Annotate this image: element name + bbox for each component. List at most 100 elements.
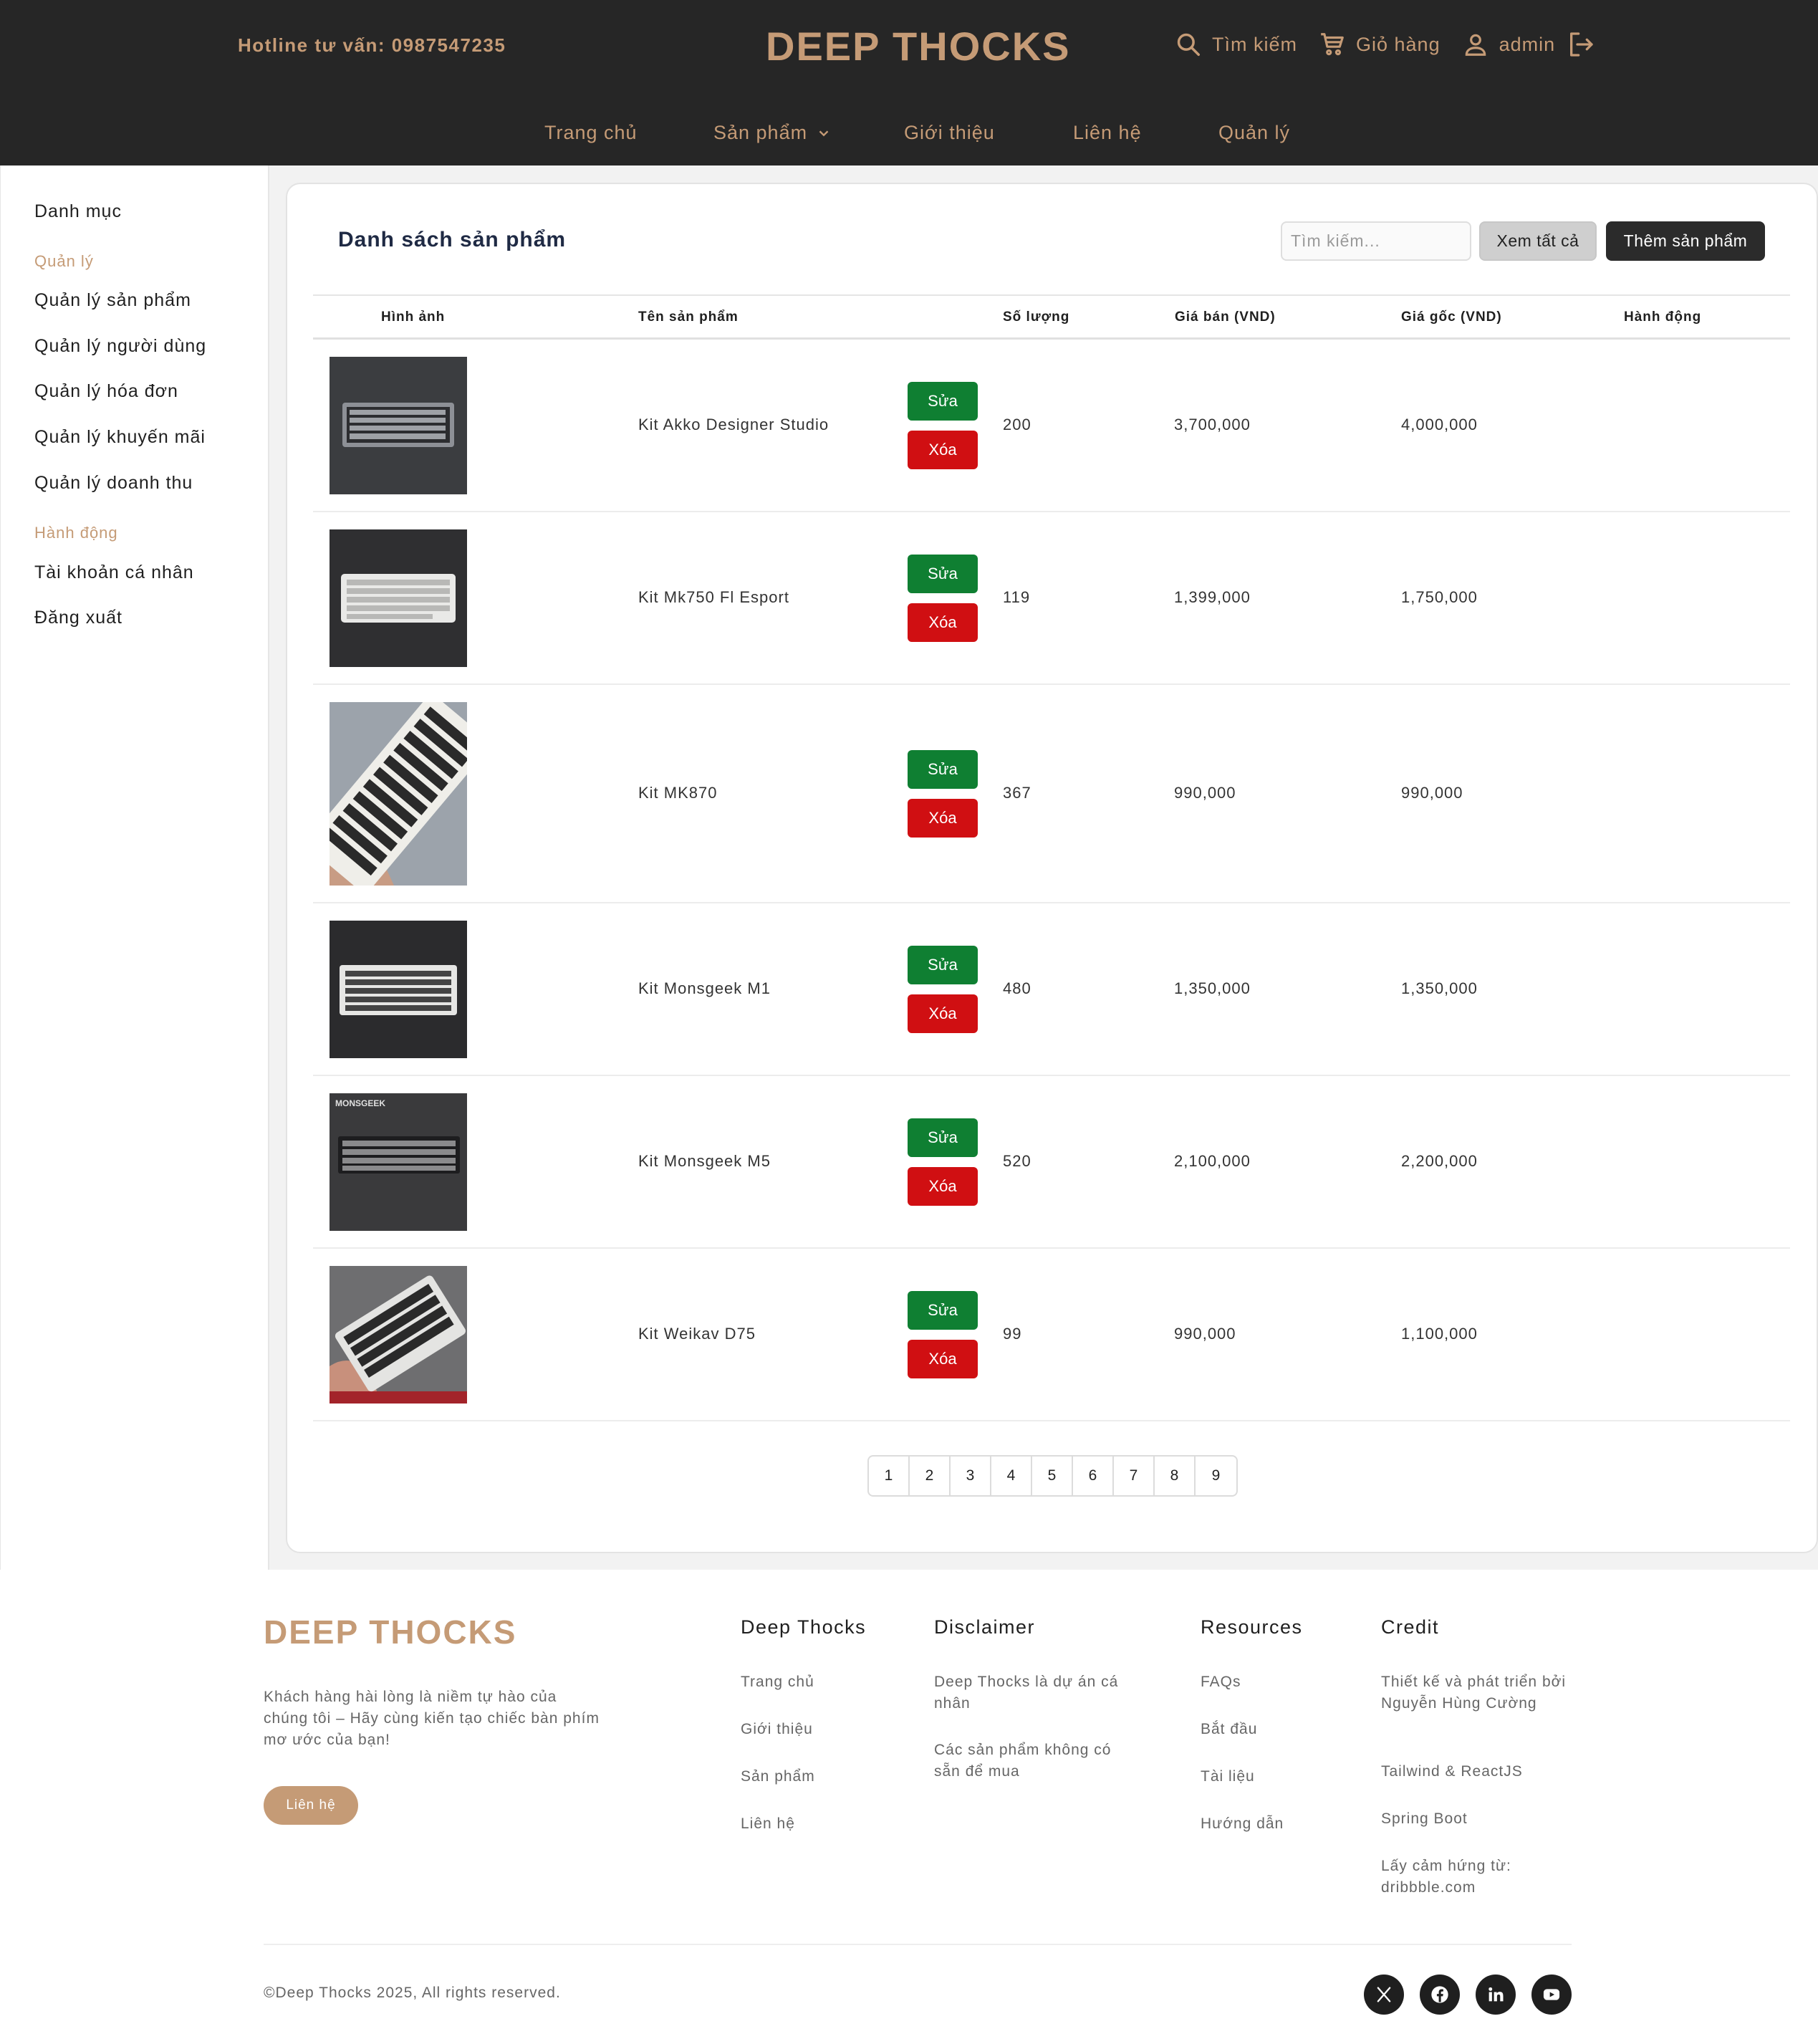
add-product-button[interactable]: Thêm sản phẩm	[1606, 221, 1765, 261]
footer-credit-inspiration[interactable]: Lấy cảm hứng từ: dribbble.com	[1381, 1856, 1553, 1899]
x-icon[interactable]	[1364, 1975, 1404, 2015]
product-qty: 119	[1003, 588, 1031, 606]
user-name: admin	[1499, 33, 1556, 55]
product-price: 1,350,000	[1174, 979, 1251, 997]
footer-credit-author: Thiết kế và phát triển bởi Nguyễn Hùng C…	[1381, 1674, 1567, 1712]
pagination: 1 2 3 4 5 6 7 8 9	[867, 1455, 1238, 1497]
nav-products[interactable]: Sản phẩm	[713, 122, 832, 144]
table-row: Kit Akko Designer Studio 200 3,700,000 4…	[313, 340, 1790, 512]
footer-heading-credit: Credit	[1381, 1616, 1440, 1638]
search-link-label: Tìm kiếm	[1212, 33, 1297, 55]
header-actions: Tìm kiếm Giỏ hàng admin	[1175, 30, 1595, 59]
footer-link-guide[interactable]: Hướng dẫn	[1201, 1813, 1284, 1835]
product-original-price: 1,100,000	[1401, 1325, 1478, 1343]
delete-button[interactable]: Xóa	[908, 1340, 978, 1378]
delete-button[interactable]: Xóa	[908, 1167, 978, 1206]
product-name: Kit Akko Designer Studio	[638, 416, 829, 433]
delete-button[interactable]: Xóa	[908, 431, 978, 469]
edit-button[interactable]: Sửa	[908, 1291, 978, 1330]
column-header-price: Giá bán (VND)	[1175, 310, 1276, 325]
sidebar-item-revenue[interactable]: Quản lý doanh thu	[34, 473, 193, 494]
product-qty: 200	[1003, 416, 1031, 433]
page-button-2[interactable]: 2	[910, 1457, 951, 1495]
table-row: MONSGEEK Kit Monsgeek M5 520 2,100,000 2…	[313, 1076, 1790, 1249]
page-button-1[interactable]: 1	[869, 1457, 910, 1495]
edit-button[interactable]: Sửa	[908, 946, 978, 984]
product-image	[330, 529, 467, 667]
page-button-3[interactable]: 3	[951, 1457, 991, 1495]
footer-link-home[interactable]: Trang chủ	[741, 1671, 814, 1693]
product-search-input[interactable]	[1281, 221, 1471, 261]
nav-about[interactable]: Giới thiệu	[904, 122, 995, 144]
footer-credit-backend: Spring Boot	[1381, 1810, 1468, 1827]
product-original-price: 990,000	[1401, 784, 1463, 802]
product-price: 2,100,000	[1174, 1152, 1251, 1170]
cart-link[interactable]: Giỏ hàng	[1319, 31, 1441, 58]
sidebar-title: Danh mục	[34, 201, 122, 221]
column-header-original: Giá gốc (VND)	[1401, 310, 1502, 325]
footer-link-faqs[interactable]: FAQs	[1201, 1671, 1241, 1693]
footer-disclaimer-2: Các sản phẩm không có sẵn để mua	[934, 1742, 1112, 1780]
page-button-8[interactable]: 8	[1155, 1457, 1196, 1495]
footer-brand[interactable]: DEEP THOCKS	[264, 1613, 516, 1651]
search-icon	[1177, 33, 1200, 56]
product-name: Kit Mk750 Fl Esport	[638, 588, 789, 606]
product-price: 1,399,000	[1174, 588, 1251, 606]
page-button-9[interactable]: 9	[1196, 1457, 1236, 1495]
sidebar-item-promotions[interactable]: Quản lý khuyến mãi	[34, 427, 206, 448]
brand-logo[interactable]: DEEP THOCKS	[766, 23, 1070, 69]
product-image	[330, 921, 467, 1058]
product-qty: 367	[1003, 784, 1031, 802]
page-button-6[interactable]: 6	[1073, 1457, 1114, 1495]
delete-button[interactable]: Xóa	[908, 603, 978, 642]
footer-heading-deepthocks: Deep Thocks	[741, 1616, 867, 1638]
footer-contact-button[interactable]: Liên hệ	[264, 1786, 358, 1825]
user-link[interactable]: admin	[1462, 31, 1556, 58]
product-price: 3,700,000	[1174, 416, 1251, 433]
footer-link-docs[interactable]: Tài liệu	[1201, 1766, 1255, 1788]
footer-link-contact[interactable]: Liên hệ	[741, 1813, 795, 1835]
nav-contact[interactable]: Liên hệ	[1073, 122, 1142, 144]
nav-manage[interactable]: Quản lý	[1218, 122, 1290, 144]
page-button-7[interactable]: 7	[1114, 1457, 1155, 1495]
sidebar-item-logout[interactable]: Đăng xuất	[34, 608, 122, 628]
delete-button[interactable]: Xóa	[908, 994, 978, 1033]
footer-divider	[264, 1944, 1572, 1945]
edit-button[interactable]: Sửa	[908, 750, 978, 789]
youtube-icon[interactable]	[1531, 1975, 1572, 2015]
nav-manage-label: Quản lý	[1218, 122, 1291, 143]
footer-disclaimer-1: Deep Thocks là dự án cá nhân	[934, 1674, 1119, 1712]
edit-button[interactable]: Sửa	[908, 1118, 978, 1157]
product-name: Kit Monsgeek M5	[638, 1152, 771, 1170]
page-button-4[interactable]: 4	[991, 1457, 1032, 1495]
sidebar-item-users[interactable]: Quản lý người dùng	[34, 336, 206, 357]
delete-button[interactable]: Xóa	[908, 799, 978, 838]
logout-icon[interactable]	[1567, 30, 1595, 59]
hotline-text: Hotline tư vấn: 0987547235	[238, 34, 506, 56]
linkedin-icon[interactable]	[1476, 1975, 1516, 2015]
footer-link-start[interactable]: Bắt đầu	[1201, 1719, 1257, 1740]
admin-sidebar	[0, 165, 269, 1570]
nav-products-label: Sản phẩm	[713, 122, 808, 143]
page-button-5[interactable]: 5	[1032, 1457, 1073, 1495]
user-icon	[1465, 34, 1486, 56]
cart-icon	[1321, 33, 1344, 56]
search-link[interactable]: Tìm kiếm	[1175, 31, 1297, 58]
product-original-price: 1,750,000	[1401, 588, 1478, 606]
edit-button[interactable]: Sửa	[908, 382, 978, 421]
column-header-image: Hình ảnh	[381, 310, 446, 325]
product-image	[330, 702, 467, 886]
sidebar-item-invoices[interactable]: Quản lý hóa đơn	[34, 381, 178, 402]
sidebar-item-account[interactable]: Tài khoản cá nhân	[34, 562, 194, 583]
facebook-icon[interactable]	[1420, 1975, 1460, 2015]
product-qty: 99	[1003, 1325, 1022, 1343]
column-header-name: Tên sản phẩm	[638, 310, 739, 325]
footer-link-about[interactable]: Giới thiệu	[741, 1719, 813, 1740]
view-all-button[interactable]: Xem tất cả	[1479, 221, 1597, 261]
sidebar-item-products[interactable]: Quản lý sản phẩm	[34, 290, 191, 311]
footer-link-products[interactable]: Sản phẩm	[741, 1766, 815, 1788]
cart-link-label: Giỏ hàng	[1356, 33, 1441, 55]
nav-home-label: Trang chủ	[544, 122, 638, 143]
nav-home[interactable]: Trang chủ	[544, 122, 638, 144]
edit-button[interactable]: Sửa	[908, 555, 978, 593]
